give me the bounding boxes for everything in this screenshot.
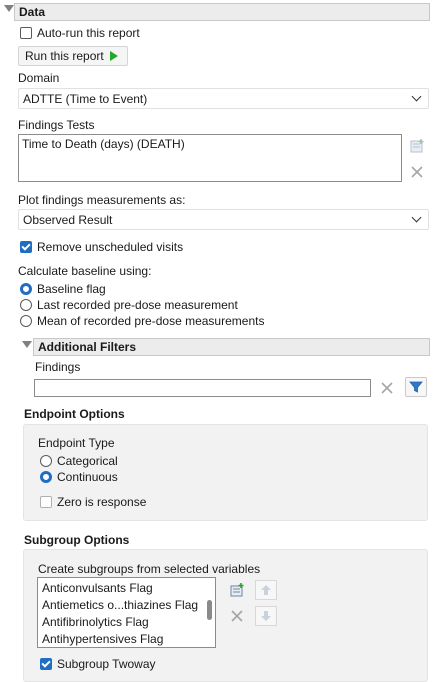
- filters-disclosure-icon[interactable]: [22, 341, 32, 348]
- clear-filter-icon[interactable]: [376, 378, 398, 398]
- subgroup-twoway-label: Subgroup Twoway: [57, 657, 156, 671]
- run-report-button[interactable]: Run this report: [18, 46, 128, 66]
- subgroup-variables-list[interactable]: Anticonvulsants Flag Antiemetics o...thi…: [37, 577, 216, 648]
- endpoint-type-option-label: Categorical: [57, 454, 118, 468]
- data-section-title: Data: [19, 5, 46, 19]
- additional-filters-title: Additional Filters: [38, 340, 137, 354]
- endpoint-type-categorical[interactable]: Categorical: [40, 454, 118, 468]
- play-icon: [109, 51, 118, 61]
- categorical-radio[interactable]: [40, 455, 52, 467]
- list-item[interactable]: Antifibrinolytics Flag: [42, 614, 211, 631]
- subgroup-twoway-row[interactable]: Subgroup Twoway: [40, 657, 156, 671]
- baseline-flag-radio[interactable]: [20, 283, 32, 295]
- baseline-option-label: Baseline flag: [37, 282, 106, 296]
- add-findings-icon[interactable]: [406, 136, 428, 156]
- chevron-down-icon: [411, 91, 422, 102]
- baseline-mean-radio[interactable]: [20, 315, 32, 327]
- data-disclosure-icon[interactable]: [4, 5, 14, 12]
- subgroup-twoway-checkbox[interactable]: [40, 658, 52, 670]
- baseline-label: Calculate baseline using:: [18, 264, 152, 278]
- endpoint-type-continuous[interactable]: Continuous: [40, 470, 118, 484]
- list-item[interactable]: Antihypertensives Flag: [42, 631, 211, 647]
- move-up-icon[interactable]: [255, 580, 277, 600]
- zero-is-response-checkbox[interactable]: [40, 496, 52, 508]
- baseline-last-radio[interactable]: [20, 299, 32, 311]
- endpoint-type-option-label: Continuous: [57, 470, 118, 484]
- endpoint-type-label: Endpoint Type: [38, 436, 115, 450]
- findings-filter-input[interactable]: [34, 379, 371, 397]
- list-item[interactable]: Anticonvulsants Flag: [42, 580, 211, 597]
- additional-filters-header: Additional Filters: [33, 338, 430, 356]
- run-report-label: Run this report: [25, 49, 104, 63]
- findings-tests-list[interactable]: Time to Death (days) (DEATH): [18, 134, 402, 182]
- baseline-option-mean[interactable]: Mean of recorded pre-dose measurements: [20, 314, 264, 328]
- zero-is-response-label: Zero is response: [57, 495, 147, 509]
- domain-select[interactable]: ADTTE (Time to Event): [18, 88, 429, 109]
- chevron-down-icon: [411, 212, 422, 223]
- plot-findings-select[interactable]: Observed Result: [18, 209, 429, 230]
- remove-subgroup-icon[interactable]: [226, 606, 248, 626]
- remove-unscheduled-checkbox[interactable]: [20, 241, 32, 253]
- domain-value: ADTTE (Time to Event): [23, 91, 148, 106]
- auto-run-checkbox[interactable]: [20, 27, 32, 39]
- subgroup-options-title: Subgroup Options: [24, 533, 130, 547]
- move-down-icon[interactable]: [255, 606, 277, 626]
- baseline-option-label: Last recorded pre-dose measurement: [37, 298, 238, 312]
- add-subgroup-icon[interactable]: [226, 580, 248, 600]
- create-subgroups-label: Create subgroups from selected variables: [38, 562, 261, 576]
- zero-is-response-row[interactable]: Zero is response: [40, 495, 146, 509]
- continuous-radio[interactable]: [40, 471, 52, 483]
- plot-findings-label: Plot findings measurements as:: [18, 193, 186, 207]
- filter-funnel-icon[interactable]: [405, 377, 427, 397]
- list-scrollbar-thumb[interactable]: [207, 600, 212, 620]
- auto-run-row[interactable]: Auto-run this report: [20, 26, 140, 40]
- findings-filter-label: Findings: [35, 360, 81, 374]
- domain-label: Domain: [18, 71, 60, 85]
- data-section-header: Data: [14, 3, 430, 21]
- baseline-option-label: Mean of recorded pre-dose measurements: [37, 314, 265, 328]
- remove-unscheduled-label: Remove unscheduled visits: [37, 240, 184, 254]
- remove-findings-icon[interactable]: [406, 162, 428, 182]
- plot-findings-value: Observed Result: [23, 212, 113, 227]
- list-item[interactable]: Antiemetics o...thiazines Flag: [42, 597, 211, 614]
- remove-unscheduled-row[interactable]: Remove unscheduled visits: [20, 240, 183, 254]
- endpoint-options-title: Endpoint Options: [24, 407, 125, 421]
- auto-run-label: Auto-run this report: [37, 26, 140, 40]
- baseline-option-flag[interactable]: Baseline flag: [20, 282, 106, 296]
- baseline-option-last[interactable]: Last recorded pre-dose measurement: [20, 298, 238, 312]
- findings-tests-label: Findings Tests: [18, 118, 95, 132]
- list-item[interactable]: Time to Death (days) (DEATH): [22, 137, 398, 151]
